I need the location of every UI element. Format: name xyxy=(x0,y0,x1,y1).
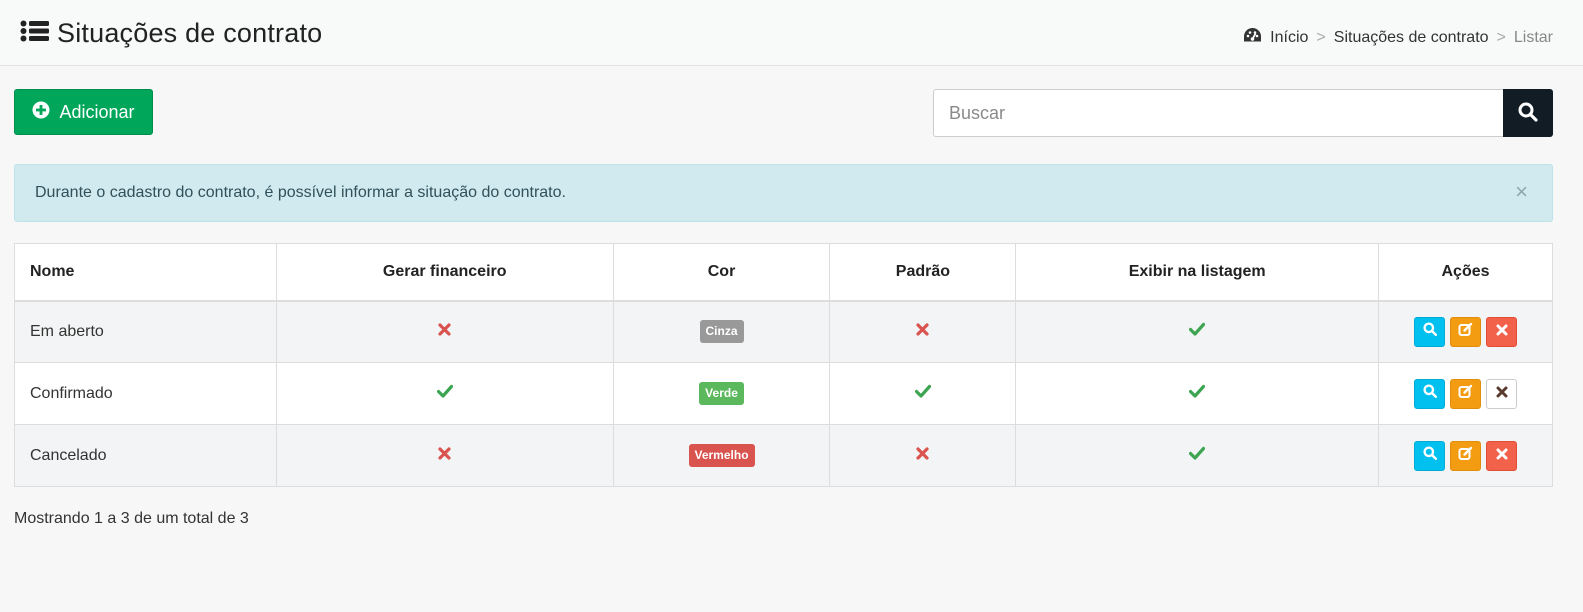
cell-cor: Cinza xyxy=(612,300,831,363)
breadcrumb-home-label: Início xyxy=(1270,28,1309,46)
cell-cor: Verde xyxy=(612,362,831,425)
cell-cor: Vermelho xyxy=(612,424,831,487)
dashboard-icon xyxy=(1243,27,1262,48)
table-row: Em aberto Cinza xyxy=(14,300,1553,363)
search-icon xyxy=(1422,384,1437,403)
view-button[interactable] xyxy=(1414,440,1446,471)
list-icon xyxy=(20,20,49,47)
add-button[interactable]: Adicionar xyxy=(14,89,153,135)
column-header-padrao[interactable]: Padrão xyxy=(829,243,1017,302)
cell-acoes xyxy=(1378,362,1553,425)
close-icon xyxy=(1496,323,1508,341)
search-input[interactable] xyxy=(933,89,1503,137)
alert-close-button[interactable]: × xyxy=(1515,181,1528,203)
cell-nome: Cancelado xyxy=(14,424,277,487)
info-alert: Durante o cadastro do contrato, é possív… xyxy=(14,164,1553,222)
cross-icon xyxy=(916,323,929,340)
page-header: Situações de contrato Início > Situações… xyxy=(0,0,1583,66)
table-header-row: Nome Gerar financeiro Cor Padrão Exibir … xyxy=(14,243,1553,302)
cell-exibir xyxy=(1015,362,1380,425)
breadcrumb: Início > Situações de contrato > Listar xyxy=(1243,27,1553,48)
info-alert-text: Durante o cadastro do contrato, é possív… xyxy=(35,184,566,201)
page-title: Situações de contrato xyxy=(20,18,322,49)
table-body: Em aberto Cinza Confirmado Verde Cancelado Ve… xyxy=(14,300,1553,487)
cell-gerar-financeiro xyxy=(275,300,614,363)
delete-button-disabled[interactable] xyxy=(1486,378,1518,409)
column-header-acoes: Ações xyxy=(1378,243,1553,302)
plus-circle-icon xyxy=(32,101,50,124)
edit-button[interactable] xyxy=(1450,440,1482,471)
edit-icon xyxy=(1458,384,1473,404)
search-button[interactable] xyxy=(1503,89,1553,137)
search-icon xyxy=(1518,102,1538,125)
table-row: Confirmado Verde xyxy=(14,362,1553,425)
breadcrumb-current: Listar xyxy=(1513,28,1553,46)
column-header-gerar-financeiro[interactable]: Gerar financeiro xyxy=(275,243,614,302)
cell-nome: Confirmado xyxy=(14,362,277,425)
breadcrumb-situacoes[interactable]: Situações de contrato xyxy=(1334,29,1489,47)
search-icon xyxy=(1422,446,1437,465)
table-row: Cancelado Vermelho xyxy=(14,424,1553,487)
cross-icon xyxy=(916,446,929,464)
cell-exibir xyxy=(1015,424,1380,487)
cell-padrao xyxy=(829,300,1017,363)
cell-acoes xyxy=(1378,424,1553,487)
cell-acoes xyxy=(1378,300,1553,363)
check-icon xyxy=(1189,384,1206,402)
check-icon xyxy=(914,384,931,402)
breadcrumb-separator: > xyxy=(1496,28,1506,46)
column-header-nome[interactable]: Nome xyxy=(14,243,277,302)
color-label: Vermelho xyxy=(688,443,755,468)
add-button-label: Adicionar xyxy=(59,101,135,122)
delete-button[interactable] xyxy=(1486,316,1518,347)
check-icon xyxy=(436,384,453,402)
page-title-text: Situações de contrato xyxy=(57,18,323,48)
check-icon xyxy=(1189,446,1206,464)
cell-padrao xyxy=(829,362,1017,425)
situacoes-table: Nome Gerar financeiro Cor Padrão Exibir … xyxy=(14,243,1553,487)
cross-icon xyxy=(438,446,451,464)
delete-button[interactable] xyxy=(1486,440,1518,471)
row-actions xyxy=(1379,378,1552,409)
check-icon xyxy=(1189,323,1206,340)
column-header-exibir[interactable]: Exibir na listagem xyxy=(1015,243,1380,302)
search-icon xyxy=(1422,322,1437,341)
close-icon xyxy=(1496,447,1508,465)
column-header-cor[interactable]: Cor xyxy=(612,243,831,302)
edit-icon xyxy=(1458,322,1473,342)
row-actions xyxy=(1379,440,1552,471)
cell-gerar-financeiro xyxy=(275,424,614,487)
breadcrumb-separator: > xyxy=(1316,28,1326,46)
color-label: Verde xyxy=(699,381,744,406)
pagination-summary: Mostrando 1 a 3 de um total de 3 xyxy=(14,510,249,527)
row-actions xyxy=(1379,316,1552,347)
view-button[interactable] xyxy=(1414,316,1446,347)
edit-button[interactable] xyxy=(1450,378,1482,409)
edit-button[interactable] xyxy=(1450,316,1482,347)
close-icon xyxy=(1496,385,1508,403)
edit-icon xyxy=(1458,446,1473,466)
cell-gerar-financeiro xyxy=(275,362,614,425)
view-button[interactable] xyxy=(1414,378,1446,409)
cell-nome: Em aberto xyxy=(14,300,277,363)
breadcrumb-home[interactable]: Início xyxy=(1243,27,1308,48)
cross-icon xyxy=(438,323,451,340)
cell-padrao xyxy=(829,424,1017,487)
search-group xyxy=(933,89,1553,137)
cell-exibir xyxy=(1015,300,1380,363)
color-label: Cinza xyxy=(699,320,744,344)
